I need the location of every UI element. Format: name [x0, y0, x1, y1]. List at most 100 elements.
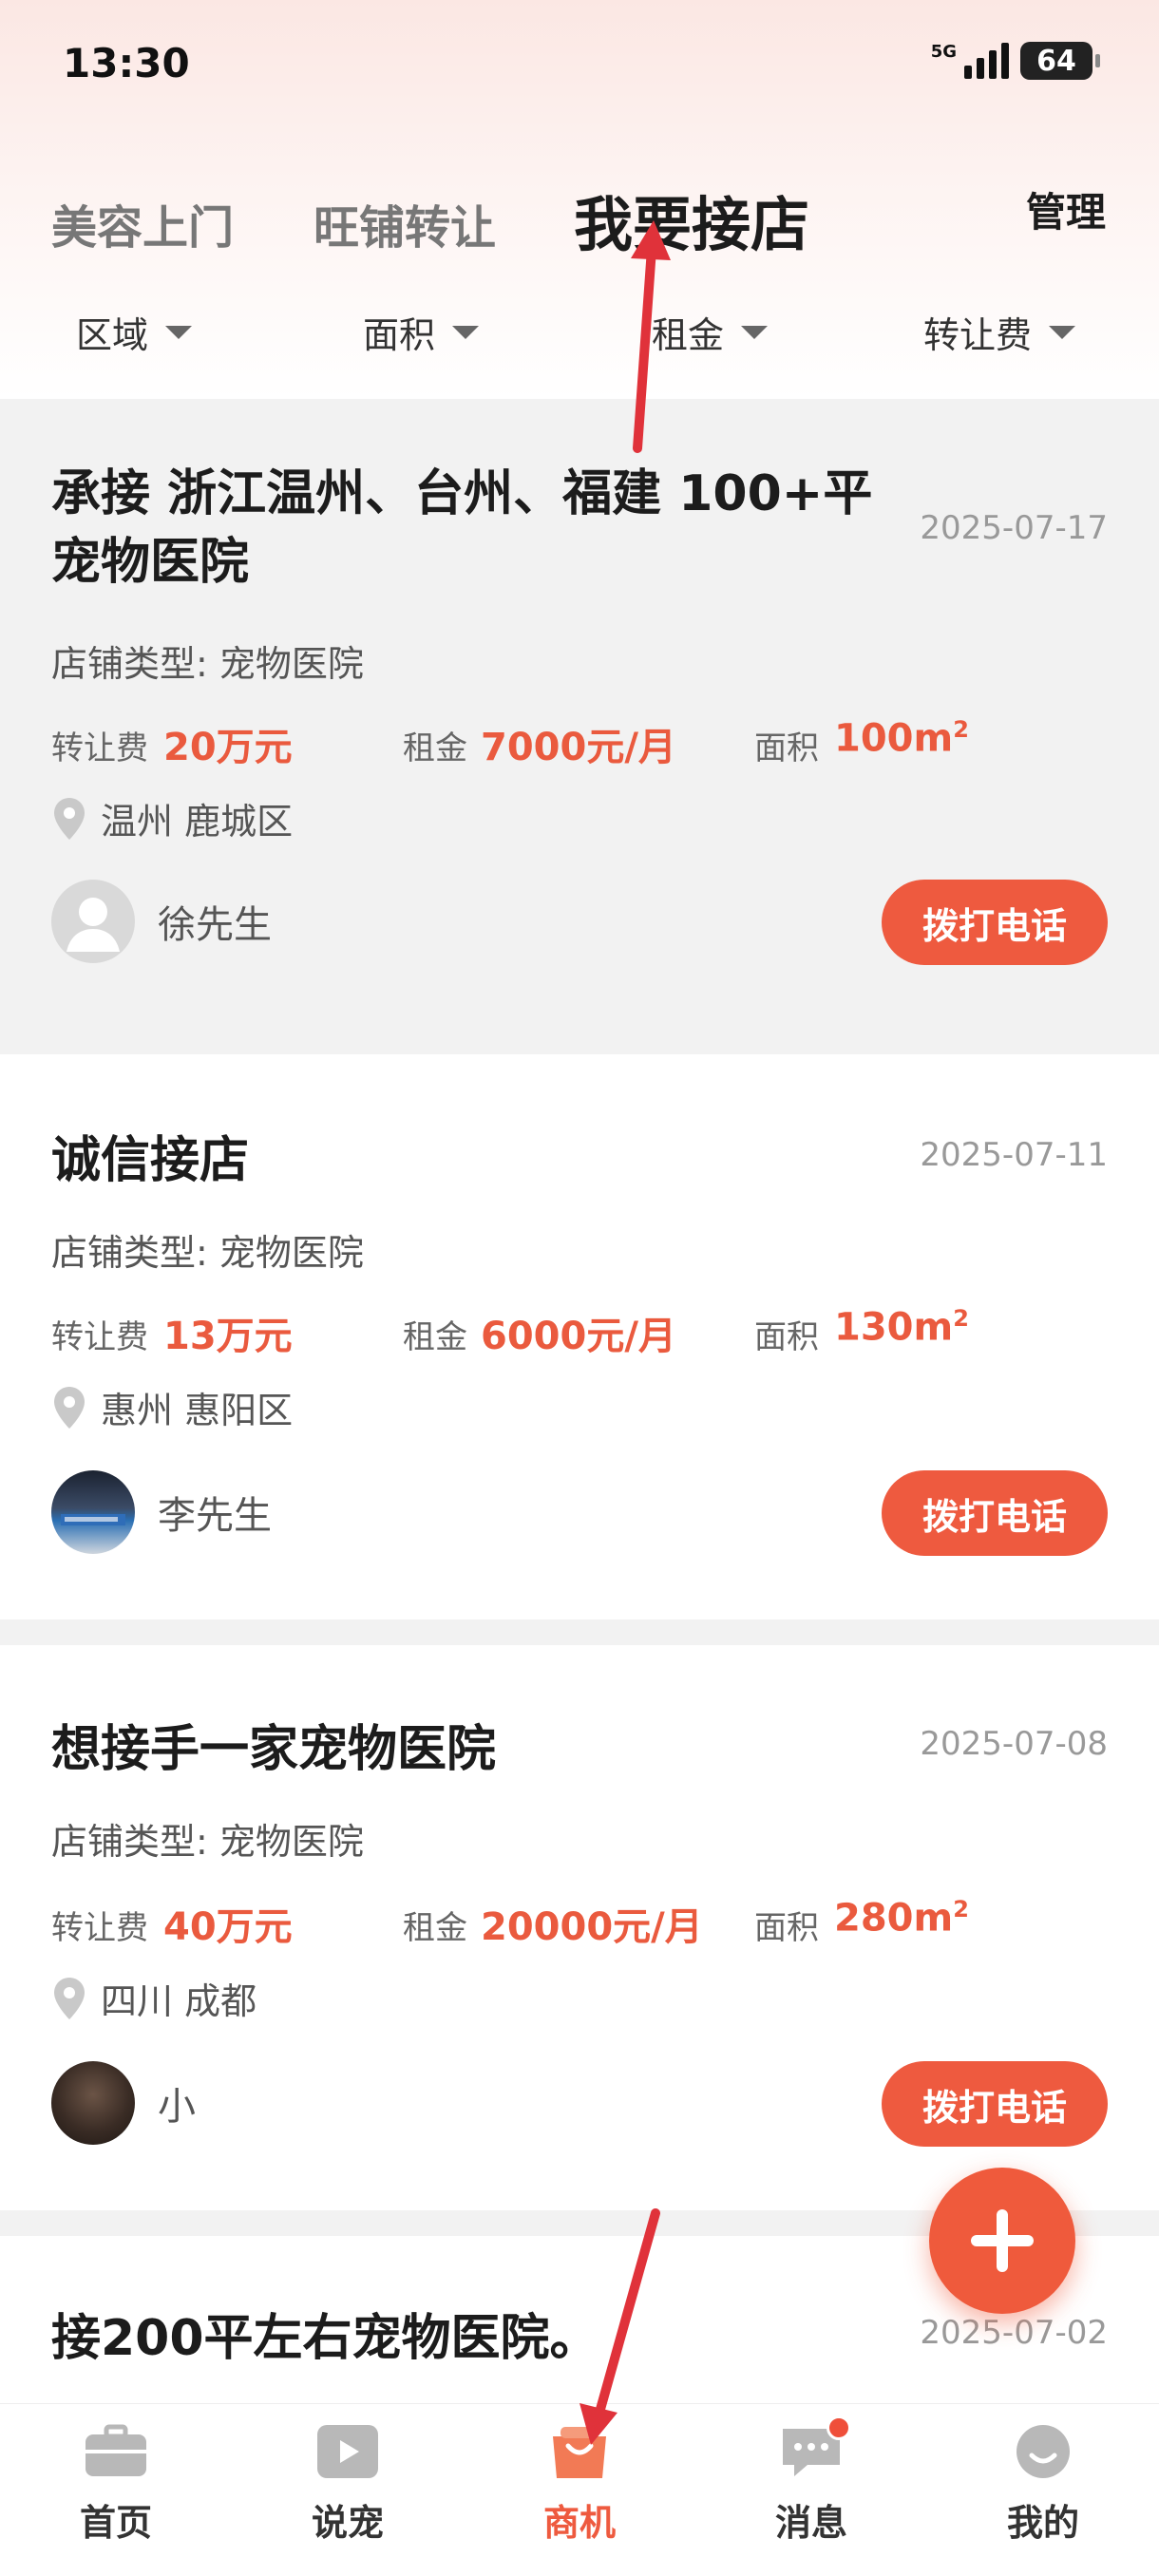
rent-value: 7000元/月: [481, 726, 676, 769]
network-type: 5G: [930, 42, 957, 62]
status-icons: 5G 64: [930, 42, 1100, 80]
signal-icon: [964, 43, 1009, 79]
chat-icon: [779, 2415, 851, 2480]
listing-card[interactable]: 诚信接店 2025-07-11 店铺类型: 宠物医院 转让费 13万元 租金 6…: [0, 1054, 1159, 1619]
filter-region[interactable]: 区域: [76, 306, 193, 358]
transfer-fee-value: 40万元: [163, 1905, 293, 1949]
transfer-fee-label: 转让费: [51, 729, 148, 767]
location: 温州 鹿城区: [51, 792, 293, 844]
rent-label: 租金: [403, 1318, 467, 1356]
smiley-icon: [1016, 2425, 1070, 2478]
area-value: 100m2: [834, 716, 969, 760]
caret-down-icon: [1049, 325, 1076, 339]
status-bar: 13:30 5G 64: [0, 0, 1159, 123]
area-label: 面积: [754, 1909, 819, 1947]
nav-messages[interactable]: 消息: [735, 2415, 887, 2546]
filter-area-label: 面积: [363, 314, 436, 356]
add-listing-button[interactable]: [929, 2168, 1075, 2314]
shop-type: 店铺类型: 宠物医院: [51, 1232, 364, 1274]
nav-home[interactable]: 首页: [40, 2423, 192, 2546]
transfer-fee-value: 13万元: [163, 1315, 293, 1358]
user-name: 徐先生: [158, 903, 272, 947]
location: 惠州 惠阳区: [51, 1381, 293, 1433]
tab-beauty-home[interactable]: 美容上门: [51, 190, 234, 256]
shopping-bag-icon: [553, 2427, 606, 2478]
nav-home-label: 首页: [79, 2502, 152, 2544]
plus-icon: [971, 2209, 1034, 2272]
listing-title: 承接 浙江温州、台州、福建 100+平: [51, 465, 873, 522]
filter-transfer-fee[interactable]: 转让费: [923, 306, 1076, 358]
nav-messages-label: 消息: [774, 2502, 847, 2544]
filter-region-label: 区域: [76, 314, 149, 356]
location-pin-icon: [54, 1977, 85, 2019]
transfer-fee-label: 转让费: [51, 1318, 148, 1356]
listing-title-line2: 宠物医院: [51, 534, 250, 591]
manage-button[interactable]: 管理: [1026, 180, 1106, 238]
listing-card[interactable]: 承接 浙江温州、台州、福建 100+平 宠物医院 2025-07-17 店铺类型…: [0, 399, 1159, 1026]
user-row: 徐先生: [51, 880, 272, 963]
location-pin-icon: [54, 797, 85, 840]
nav-profile-label: 我的: [1006, 2502, 1079, 2544]
listing-title: 接200平左右宠物医院。: [51, 2310, 599, 2367]
battery-icon: 64: [1020, 42, 1100, 80]
area-number: 130m: [834, 1305, 954, 1350]
user-row: 小: [51, 2061, 196, 2145]
filter-rent-label: 租金: [652, 314, 725, 356]
status-time: 13:30: [63, 40, 190, 86]
listing-card[interactable]: 想接手一家宠物医院 2025-07-08 店铺类型: 宠物医院 转让费 40万元…: [0, 1645, 1159, 2210]
nav-business-label: 商机: [542, 2502, 616, 2544]
location-text: 惠州 惠阳区: [101, 1390, 294, 1431]
rent-label: 租金: [403, 729, 467, 767]
filter-rent[interactable]: 租金: [652, 306, 769, 358]
listing-date: 2025-07-02: [920, 2314, 1108, 2352]
top-tabs: 美容上门 旺铺转让 我要接店 管理: [0, 171, 1159, 266]
call-button[interactable]: 拨打电话: [882, 1470, 1108, 1556]
rent-value: 6000元/月: [481, 1315, 676, 1358]
caret-down-icon: [452, 325, 480, 339]
bottom-nav: 首页 说宠 商机 消息 我的: [0, 2403, 1159, 2576]
listing-date: 2025-07-08: [920, 1725, 1108, 1763]
rent-value: 20000元/月: [481, 1905, 703, 1949]
area-label: 面积: [754, 729, 819, 767]
call-button[interactable]: 拨打电话: [882, 2061, 1108, 2147]
area-unit-superscript: 2: [953, 1896, 969, 1923]
rent-label: 租金: [403, 1909, 467, 1947]
unread-badge: [826, 2415, 851, 2440]
area-value: 280m2: [834, 1896, 969, 1940]
tab-shop-transfer[interactable]: 旺铺转让: [314, 190, 496, 256]
location-text: 温州 鹿城区: [101, 801, 294, 843]
nav-talk-pets-label: 说宠: [311, 2502, 384, 2544]
user-row: 李先生: [51, 1470, 272, 1554]
transfer-fee-value: 20万元: [163, 726, 293, 769]
area-value: 130m2: [834, 1305, 969, 1349]
play-icon: [317, 2425, 378, 2478]
area-unit-superscript: 2: [953, 1305, 969, 1332]
tab-take-over-shop[interactable]: 我要接店: [574, 177, 809, 262]
listing-date: 2025-07-11: [920, 1136, 1108, 1174]
area-label: 面积: [754, 1318, 819, 1356]
filter-transfer-fee-label: 转让费: [923, 314, 1033, 356]
listing-title: 想接手一家宠物医院: [51, 1721, 497, 1778]
nav-talk-pets[interactable]: 说宠: [272, 2423, 424, 2546]
nav-business[interactable]: 商机: [504, 2423, 656, 2546]
caret-down-icon: [741, 325, 769, 339]
area-unit-superscript: 2: [953, 716, 969, 743]
location: 四川 成都: [51, 1972, 256, 2024]
user-name: 李先生: [158, 1494, 272, 1538]
avatar-default-icon: [51, 880, 135, 963]
nav-profile[interactable]: 我的: [967, 2423, 1119, 2546]
location-text: 四川 成都: [101, 1980, 257, 2022]
area-number: 280m: [834, 1896, 954, 1941]
user-name: 小: [158, 2085, 196, 2129]
filter-area[interactable]: 面积: [363, 306, 480, 358]
area-number: 100m: [834, 716, 954, 761]
avatar-photo: [51, 2061, 135, 2145]
avatar-photo: [51, 1470, 135, 1554]
shop-type: 店铺类型: 宠物医院: [51, 1821, 364, 1863]
location-pin-icon: [54, 1386, 85, 1429]
shop-type: 店铺类型: 宠物医院: [51, 643, 364, 685]
call-button[interactable]: 拨打电话: [882, 880, 1108, 965]
listing-date: 2025-07-17: [920, 509, 1108, 547]
caret-down-icon: [165, 325, 193, 339]
filter-bar: 区域 面积 租金 转让费: [0, 294, 1159, 370]
